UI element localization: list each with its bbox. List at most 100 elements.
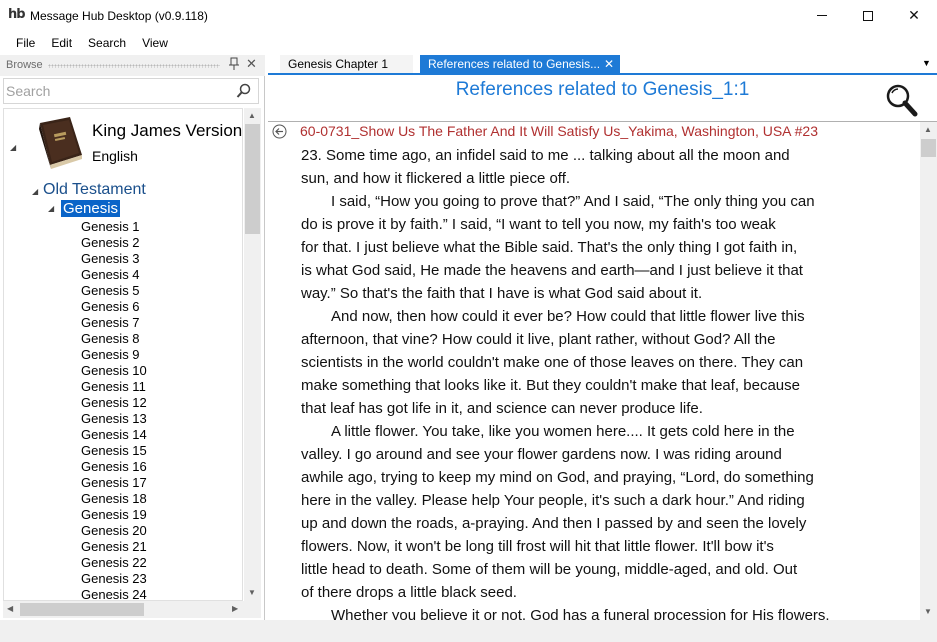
tree-item-chapter[interactable]: Genesis 7 — [81, 315, 147, 331]
menu-view[interactable]: View — [134, 31, 176, 55]
maximize-button[interactable] — [845, 0, 891, 31]
panel-close-icon[interactable]: ✕ — [246, 56, 257, 72]
tab-dropdown-icon[interactable]: ▼ — [922, 58, 931, 68]
browse-panel-title: Browse — [6, 59, 43, 71]
tree-item-chapter[interactable]: Genesis 23 — [81, 571, 147, 587]
magnifier-icon[interactable] — [884, 83, 918, 117]
tree-item-chapter[interactable]: Genesis 24 — [81, 587, 147, 600]
tree-item-chapter[interactable]: Genesis 5 — [81, 283, 147, 299]
text-line: do is prove it by faith.” I said, “I wan… — [301, 216, 776, 233]
text-line: way.” So that's the faith that I have is… — [301, 285, 703, 302]
text-line: A little flower. You take, like you wome… — [331, 423, 795, 440]
chapter-list: Genesis 1 Genesis 2 Genesis 3 Genesis 4 Gene… — [81, 219, 147, 600]
tree-item-chapter[interactable]: Genesis 14 — [81, 427, 147, 443]
title-bar: hb Message Hub Desktop (v0.9.118) ✕ — [0, 0, 937, 31]
menu-edit[interactable]: Edit — [43, 31, 80, 55]
tree-item-chapter[interactable]: Genesis 1 — [81, 219, 147, 235]
tree-horizontal-scrollbar[interactable]: ◀ ▶ — [3, 601, 261, 618]
references-header: References related to Genesis_1:1 — [268, 77, 937, 122]
tab-label: Genesis Chapter 1 — [288, 57, 389, 71]
tab-genesis-chapter-1[interactable]: Genesis Chapter 1 — [280, 55, 413, 73]
tree-item-chapter[interactable]: Genesis 19 — [81, 507, 147, 523]
text-line: I said, “How you going to prove that?” A… — [331, 193, 815, 210]
text-line: up and down the roads, a-praying. And th… — [301, 515, 807, 532]
scroll-right-arrow-icon[interactable]: ▶ — [232, 604, 238, 613]
document-tabs: Genesis Chapter 1 References related to … — [268, 55, 937, 75]
text-line: awhile ago, trying to keep my mind on Go… — [301, 469, 814, 486]
reference-content: 60-0731_Show Us The Father And It Will S… — [268, 122, 920, 620]
tree-item-chapter[interactable]: Genesis 12 — [81, 395, 147, 411]
scroll-left-arrow-icon[interactable]: ◀ — [7, 604, 13, 613]
tree-item-chapter[interactable]: Genesis 8 — [81, 331, 147, 347]
text-line: And now, then how could it ever be? How … — [331, 308, 805, 325]
tree-item-chapter[interactable]: Genesis 4 — [81, 267, 147, 283]
text-line: valley. I go around and see your flower … — [301, 446, 782, 463]
back-arrow-icon[interactable] — [272, 124, 287, 139]
tree-item-chapter[interactable]: Genesis 15 — [81, 443, 147, 459]
text-line: of there drops a little black seed. — [301, 584, 517, 601]
scroll-down-arrow-icon[interactable]: ▼ — [248, 588, 256, 597]
collapse-arrow-icon[interactable]: ◢ — [48, 204, 54, 213]
app-logo-icon: hb — [8, 7, 26, 22]
scrollbar-thumb[interactable] — [921, 139, 936, 157]
tree-item-chapter[interactable]: Genesis 9 — [81, 347, 147, 363]
text-line: little head to death. Some of them will … — [301, 561, 798, 578]
tree-item-chapter[interactable]: Genesis 21 — [81, 539, 147, 555]
text-line: afternoon, that vine? How could it live,… — [301, 331, 776, 348]
tree-item-chapter[interactable]: Genesis 6 — [81, 299, 147, 315]
scroll-down-arrow-icon[interactable]: ▼ — [924, 607, 932, 616]
scroll-up-arrow-icon[interactable]: ▲ — [924, 125, 932, 134]
text-line: make something that looks like it. But t… — [301, 377, 800, 394]
tree-item-chapter[interactable]: Genesis 13 — [81, 411, 147, 427]
tree-item-chapter[interactable]: Genesis 2 — [81, 235, 147, 251]
pin-icon[interactable] — [229, 57, 239, 74]
panel-grip[interactable] — [48, 64, 220, 68]
browse-search-input[interactable] — [6, 81, 226, 101]
tree-item-chapter[interactable]: Genesis 3 — [81, 251, 147, 267]
scrollbar-thumb[interactable] — [20, 603, 144, 616]
collapse-arrow-icon[interactable]: ◢ — [32, 187, 38, 196]
menu-search[interactable]: Search — [80, 31, 134, 55]
tree-item-chapter[interactable]: Genesis 22 — [81, 555, 147, 571]
scrollbar-thumb[interactable] — [245, 124, 260, 234]
bible-language: English — [92, 148, 138, 164]
text-line: that leaf has got life in it, and scienc… — [301, 400, 703, 417]
text-line: 23. Some time ago, an infidel said to me… — [301, 147, 790, 164]
text-line: sun, and how it flickered a little piece… — [301, 170, 571, 187]
references-title: References related to Genesis_1:1 — [455, 79, 750, 100]
minimize-button[interactable] — [799, 0, 845, 31]
sermon-source-title[interactable]: 60-0731_Show Us The Father And It Will S… — [300, 123, 818, 139]
tree-item-chapter[interactable]: Genesis 18 — [81, 491, 147, 507]
collapse-arrow-icon[interactable]: ◢ — [10, 143, 16, 152]
maximize-icon — [863, 10, 873, 21]
paragraph-text: 23. Some time ago, an infidel said to me… — [301, 144, 891, 620]
window-title: Message Hub Desktop (v0.9.118) — [30, 9, 208, 23]
search-icon[interactable] — [236, 82, 252, 100]
minimize-icon — [817, 15, 827, 16]
text-line: for that. I just believe what the Bible … — [301, 239, 798, 256]
tree-item-chapter[interactable]: Genesis 16 — [81, 459, 147, 475]
menu-bar: File Edit Search View — [0, 31, 937, 55]
tree-item-genesis[interactable]: Genesis — [61, 200, 121, 217]
close-button[interactable]: ✕ — [891, 0, 937, 31]
tree-item-old-testament[interactable]: Old Testament — [43, 181, 146, 199]
tree-item-chapter[interactable]: Genesis 17 — [81, 475, 147, 491]
tree-item-chapter[interactable]: Genesis 20 — [81, 523, 147, 539]
close-icon: ✕ — [908, 7, 920, 24]
tree-item-chapter[interactable]: Genesis 11 — [81, 379, 147, 395]
text-line: flowers. Now, it won't be long till fros… — [301, 538, 774, 555]
content-vertical-scrollbar[interactable]: ▲ ▼ — [920, 122, 937, 620]
bible-book-icon — [34, 115, 86, 169]
tree-item-chapter[interactable]: Genesis 10 — [81, 363, 147, 379]
text-line: scientists in the world couldn't make on… — [301, 354, 804, 371]
tree-vertical-scrollbar[interactable]: ▲ ▼ — [244, 108, 261, 601]
browse-search-box — [3, 78, 259, 104]
browse-panel: Browse ✕ ◢ King James V — [0, 55, 265, 620]
tab-close-icon[interactable]: ✕ — [604, 55, 614, 73]
tab-references[interactable]: References related to Genesis... ✕ — [420, 55, 620, 73]
status-bar — [0, 620, 937, 642]
tree-item-bible[interactable]: ◢ King James Version English — [4, 115, 242, 175]
scroll-up-arrow-icon[interactable]: ▲ — [248, 111, 256, 120]
browse-panel-header: Browse ✕ — [0, 55, 265, 76]
menu-file[interactable]: File — [8, 31, 43, 55]
